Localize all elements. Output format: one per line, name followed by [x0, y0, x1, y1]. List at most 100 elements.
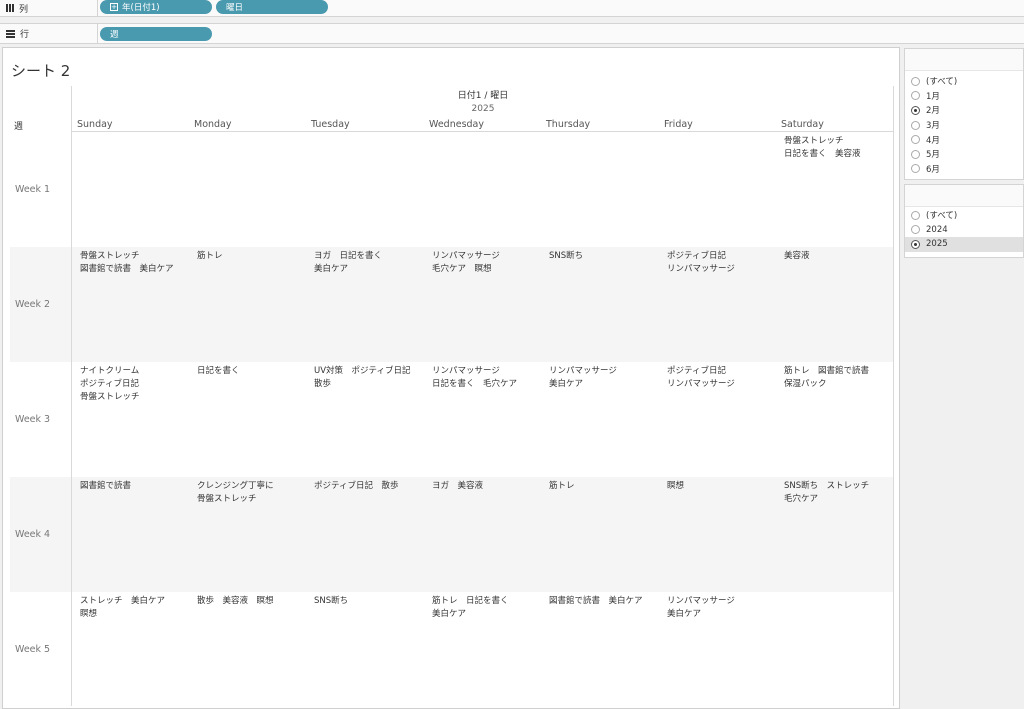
option-label: 3月	[926, 121, 940, 132]
day-header-wednesday: Wednesday	[429, 119, 485, 130]
month-filter-option[interactable]: 1月	[905, 89, 1023, 104]
month-filter-option[interactable]: 3月	[905, 118, 1023, 133]
option-label: (すべて)	[926, 77, 958, 88]
option-label: (すべて)	[926, 211, 958, 222]
option-label: 2025	[926, 239, 948, 250]
option-label: 2月	[926, 106, 940, 117]
calendar-cell[interactable]: 美容液	[784, 250, 896, 263]
calendar-cell[interactable]: 筋トレ 日記を書く 美白ケア	[432, 595, 544, 621]
calendar-cell[interactable]: 筋トレ	[549, 480, 661, 493]
radio-empty-icon[interactable]	[911, 135, 920, 145]
calendar-cell[interactable]: ポジティブ日記 散歩	[314, 480, 426, 493]
pill-year-date1[interactable]: + 年(日付1)	[100, 0, 212, 14]
radio-empty-icon[interactable]	[911, 210, 920, 220]
calendar-cell[interactable]: SNS断ち	[549, 250, 661, 263]
row-axis-label: 週	[14, 122, 24, 132]
pill-label: 週	[110, 30, 119, 40]
calendar-cell[interactable]: 筋トレ	[197, 250, 309, 263]
columns-icon	[6, 4, 14, 12]
sheet-title: シート 2	[11, 62, 71, 80]
option-label: 2024	[926, 224, 948, 235]
rows-label-text: 行	[20, 30, 30, 40]
calendar-cell[interactable]: 図書館で読書 美白ケア	[549, 595, 661, 608]
calendar-cell[interactable]: ポジティブ日記 リンパマッサージ	[667, 365, 779, 391]
radio-selected-icon[interactable]	[911, 239, 920, 249]
year-filter-header	[905, 185, 1023, 207]
shelf-divider	[97, 24, 98, 43]
week-row: Week 4 図書館で読書 クレンジング丁寧に 骨盤ストレッチ ポジティブ日記 散歩ヨ…	[10, 477, 893, 592]
day-header-monday: Monday	[194, 119, 232, 130]
month-filter-option[interactable]: (すべて)	[905, 74, 1023, 89]
calendar-cell[interactable]: 骨盤ストレッチ 日記を書く 美容液	[784, 135, 896, 161]
day-header-friday: Friday	[664, 119, 693, 130]
calendar-cell[interactable]: リンパマッサージ 美白ケア	[667, 595, 779, 621]
calendar-cell[interactable]: 日記を書く	[197, 365, 309, 378]
calendar-grid: 日付1 / 曜日 2025 週 Sunday Monday Tuesday Wedne…	[10, 86, 894, 706]
radio-empty-icon[interactable]	[911, 91, 920, 101]
month-filter-option[interactable]: 4月	[905, 132, 1023, 147]
calendar-cell[interactable]: SNS断ち	[314, 595, 426, 608]
radio-selected-icon[interactable]	[911, 105, 920, 115]
calendar-cell[interactable]: リンパマッサージ 美白ケア	[549, 365, 661, 391]
radio-empty-icon[interactable]	[911, 76, 920, 86]
calendar-cell[interactable]: UV対策 ポジティブ日記 散歩	[314, 365, 426, 391]
expand-plus-icon[interactable]: +	[110, 3, 118, 11]
month-filter-option[interactable]: 6月	[905, 162, 1023, 177]
pill-weekday[interactable]: 曜日	[216, 0, 328, 14]
calendar-cell[interactable]: ヨガ 日記を書く 美白ケア	[314, 250, 426, 276]
month-filter-panel: (すべて) 1月 2月 3月 4月 5月 6月	[904, 48, 1024, 180]
day-header-tuesday: Tuesday	[311, 119, 350, 130]
week-label: Week 4	[15, 528, 51, 540]
day-header-sunday: Sunday	[77, 119, 113, 130]
calendar-cell[interactable]: クレンジング丁寧に 骨盤ストレッチ	[197, 480, 309, 506]
shelf-divider	[97, 0, 98, 16]
pill-label: 年(日付1)	[122, 3, 160, 13]
week-row: Week 1 骨盤ストレッチ 日記を書く 美容液	[10, 132, 893, 247]
calendar-cell[interactable]: 瞑想	[667, 480, 779, 493]
calendar-cell[interactable]: リンパマッサージ 日記を書く 毛穴ケア	[432, 365, 544, 391]
columns-shelf: 列 + 年(日付1) 曜日	[0, 0, 1024, 17]
day-header-saturday: Saturday	[781, 119, 824, 130]
option-label: 4月	[926, 135, 940, 146]
calendar-cell[interactable]: ストレッチ 美白ケア 瞑想	[80, 595, 192, 621]
calendar-cell[interactable]: 筋トレ 図書館で読書 保湿パック	[784, 365, 896, 391]
calendar-cell[interactable]: ポジティブ日記 リンパマッサージ	[667, 250, 779, 276]
calendar-cell[interactable]: ヨガ 美容液	[432, 480, 544, 493]
calendar-cell[interactable]: 散歩 美容液 瞑想	[197, 595, 309, 608]
columns-label-text: 列	[19, 4, 29, 15]
calendar-cell[interactable]: SNS断ち ストレッチ 毛穴ケア	[784, 480, 896, 506]
rows-shelf: 行 週	[0, 23, 1024, 44]
week-row: Week 2 骨盤ストレッチ 図書館で読書 美白ケア 筋トレ ヨガ 日記を書く 美白ケ…	[10, 247, 893, 362]
radio-empty-icon[interactable]	[911, 149, 920, 159]
month-filter-header	[905, 49, 1023, 71]
calendar-cell[interactable]: ナイトクリーム ポジティブ日記 骨盤ストレッチ	[80, 365, 192, 404]
calendar-cell[interactable]: リンパマッサージ 毛穴ケア 瞑想	[432, 250, 544, 276]
option-label: 1月	[926, 91, 940, 102]
month-filter-option[interactable]: 2月	[905, 103, 1023, 118]
day-header-thursday: Thursday	[546, 119, 591, 130]
month-filter-option[interactable]: 5月	[905, 147, 1023, 162]
option-label: 5月	[926, 150, 940, 161]
week-row: Week 3 ナイトクリーム ポジティブ日記 骨盤ストレッチ 日記を書く UV対策 ポ…	[10, 362, 893, 477]
row-header-divider	[71, 86, 72, 706]
year-filter-option[interactable]: (すべて)	[905, 208, 1023, 223]
radio-empty-icon[interactable]	[911, 225, 920, 235]
worksheet: シート 2 日付1 / 曜日 2025 週 Sunday Monday Tuesda…	[2, 47, 900, 709]
calendar-cell[interactable]: 骨盤ストレッチ 図書館で読書 美白ケア	[80, 250, 192, 276]
week-label: Week 2	[15, 298, 51, 310]
calendar-cell[interactable]: 図書館で読書	[80, 480, 192, 493]
rows-icon	[6, 29, 15, 38]
year-filter-panel: (すべて) 2024 2025	[904, 184, 1024, 258]
option-label: 6月	[926, 164, 940, 175]
year-filter-option[interactable]: 2024	[905, 223, 1023, 238]
radio-empty-icon[interactable]	[911, 164, 920, 174]
year-filter-option[interactable]: 2025	[905, 237, 1023, 252]
grid-right-border	[893, 86, 894, 706]
week-label: Week 5	[15, 643, 51, 655]
week-label: Week 3	[15, 413, 51, 425]
column-header-title: 日付1 / 曜日	[457, 91, 509, 101]
rows-shelf-label: 行	[6, 24, 29, 43]
radio-empty-icon[interactable]	[911, 120, 920, 130]
pill-week[interactable]: 週	[100, 27, 212, 41]
pill-label: 曜日	[226, 3, 244, 13]
